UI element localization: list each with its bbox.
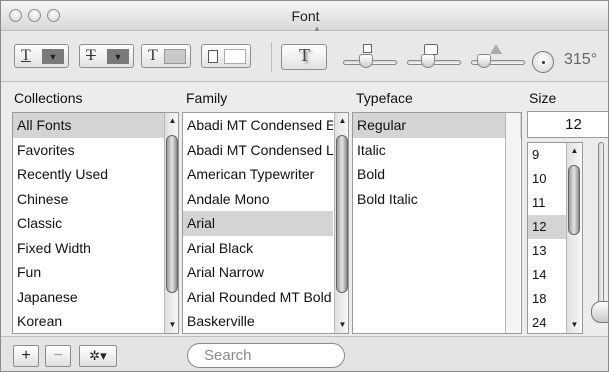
list-item[interactable]: Recently Used [13,162,178,187]
shadow-opacity-slider[interactable] [343,44,397,70]
shadow-offset-slider[interactable] [471,44,525,70]
document-color-button[interactable] [201,44,251,68]
collections-list[interactable]: All Fonts Favorites Recently Used Chines… [12,112,179,334]
remove-collection-button[interactable]: − [45,345,71,367]
slider-knob[interactable] [421,54,435,68]
list-item[interactable]: Italic [353,138,521,163]
family-header: Family [186,90,228,106]
list-item[interactable]: Bold [353,162,521,187]
list-item[interactable]: Arial Rounded MT Bold [183,285,333,310]
collections-scrollbar[interactable]: ▲ ▼ [164,113,178,333]
list-item[interactable]: Abadi MT Condensed Extra Bold [183,113,333,138]
scroll-down-icon[interactable]: ▼ [567,317,582,333]
size-header: Size [529,90,557,106]
scroll-down-icon[interactable]: ▼ [165,317,178,333]
underline-popup-button[interactable]: T ▼ [14,44,69,68]
list-item[interactable]: American Typewriter [183,162,333,187]
list-item[interactable]: Favorites [13,138,178,163]
search-input[interactable] [187,343,345,368]
effects-toolbar: T ▼ T ▼ T T 315° [1,32,608,82]
list-item[interactable]: Chinese [13,187,178,212]
text-shadow-button[interactable]: T [281,44,327,70]
shadow-offset-icon [490,44,502,54]
list-item[interactable]: Fixed Width [13,236,178,261]
scroll-up-icon[interactable]: ▲ [567,143,582,159]
shadow-opacity-icon [363,44,372,53]
text-color-button[interactable]: T [141,44,191,68]
size-slider-knob[interactable] [591,301,608,323]
list-item[interactable]: Baskerville [183,309,333,333]
list-item[interactable]: Arial [183,211,333,236]
slider-knob[interactable] [359,54,373,68]
scroll-thumb[interactable] [166,135,178,293]
scroll-thumb[interactable] [568,165,580,235]
chevron-down-icon: ▼ [42,49,64,64]
size-field[interactable]: 12 [527,111,608,138]
collections-header: Collections [14,90,83,106]
strikethrough-popup-button[interactable]: T ▼ [79,44,134,68]
chevron-down-icon: ▼ [107,49,129,64]
typeface-header: Typeface [356,90,413,106]
list-item[interactable]: Japanese [13,285,178,310]
list-item[interactable]: Regular [353,113,521,138]
list-item[interactable]: Andale Mono [183,187,333,212]
document-color-icon [208,50,218,63]
toolbar-separator [271,42,272,72]
list-item[interactable]: Abadi MT Condensed Light [183,138,333,163]
strikethrough-icon: T [86,47,96,64]
family-scrollbar[interactable]: ▲ ▼ [334,113,348,333]
font-panel-window: Font ▲ T ▼ T ▼ T T 315° Collections Fami… [0,0,609,372]
typeface-list[interactable]: Regular Italic Bold Bold Italic [352,112,522,334]
scroll-up-icon[interactable]: ▲ [165,113,178,129]
family-list[interactable]: Abadi MT Condensed Extra Bold Abadi MT C… [182,112,349,334]
list-item[interactable]: Arial Narrow [183,260,333,285]
shadow-angle-icon[interactable] [532,51,554,73]
list-item[interactable]: Classic [13,211,178,236]
size-list[interactable]: 9 10 11 12 13 14 18 24 ▲ ▼ [527,142,583,334]
bottom-bar: + − ✲▾ [1,336,608,371]
window-title: Font [291,8,320,24]
slider-knob[interactable] [477,54,491,68]
size-scrollbar[interactable]: ▲ ▼ [566,143,582,333]
action-menu-button[interactable]: ✲▾ [79,345,117,367]
list-item[interactable]: Arial Black [183,236,333,261]
scroll-down-icon[interactable]: ▼ [335,317,348,333]
list-item[interactable]: Fun [13,260,178,285]
size-slider-track[interactable] [598,142,604,322]
list-item[interactable]: Korean [13,309,178,333]
title-bar: Font ▲ [1,1,608,33]
list-item[interactable]: All Fonts [13,113,178,138]
text-color-swatch [164,49,186,64]
scroll-thumb[interactable] [336,135,348,293]
shadow-angle-value: 315° [564,51,598,68]
underline-icon: T [21,47,31,64]
scroll-up-icon[interactable]: ▲ [335,113,348,129]
shadow-blur-slider[interactable] [407,44,461,70]
text-color-icon: T [148,47,158,64]
add-collection-button[interactable]: + [13,345,39,367]
text-shadow-icon: T [299,45,310,65]
typeface-scrollbar [505,113,520,333]
document-color-swatch [224,49,246,64]
list-item[interactable]: Bold Italic [353,187,521,212]
